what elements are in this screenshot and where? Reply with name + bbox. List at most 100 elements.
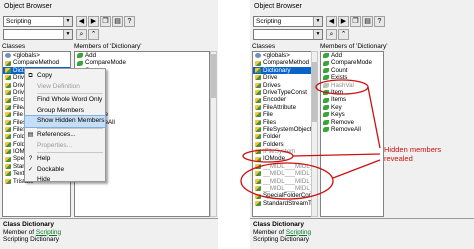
item-label: File	[263, 111, 273, 119]
member-list-item[interactable]: Items	[321, 96, 383, 103]
menu-item-label: Hide	[37, 176, 51, 184]
scrollbar-thumb[interactable]	[312, 62, 317, 122]
class-list-item[interactable]: File	[253, 111, 316, 118]
class-list-item[interactable]: DriveTypeConst	[253, 89, 316, 96]
search-combo[interactable]: ▼	[253, 29, 323, 40]
member-list-item[interactable]: Add	[321, 52, 383, 59]
class-list-item[interactable]: IOMode	[253, 155, 316, 162]
item-label: Add	[331, 52, 343, 59]
class-icon	[255, 201, 261, 206]
member-list-item[interactable]: RemoveAll	[321, 126, 383, 133]
member-list-item[interactable]: Remove	[321, 119, 383, 126]
scrollbar-thumb[interactable]	[211, 54, 216, 98]
toolbar: ◀ ▶ ❐ ▤ ?	[326, 16, 385, 27]
menu-item-label: Properties...	[37, 141, 73, 149]
class-list-item[interactable]: CompareMethod	[253, 59, 316, 66]
class-list-item[interactable]: IFileSystem	[253, 148, 316, 155]
class-list-item[interactable]: Drives	[253, 82, 316, 89]
forward-icon[interactable]: ▶	[338, 16, 349, 27]
item-label: __MIDL___MIDL_itf_	[263, 170, 317, 178]
member-list-item[interactable]: CompareMode	[321, 59, 383, 66]
member-list-item[interactable]: Keys	[321, 111, 383, 118]
item-label: Keys	[331, 111, 345, 119]
class-icon	[255, 75, 261, 81]
library-combo[interactable]: Scripting ▼	[253, 16, 323, 27]
scrollbar[interactable]	[210, 51, 217, 217]
view-definition-icon[interactable]: ▤	[112, 16, 123, 27]
menu-item-hide[interactable]: Hide	[25, 175, 105, 186]
library-link[interactable]: Scripting	[36, 229, 61, 236]
item-label: Item	[331, 88, 344, 96]
member-list-item[interactable]: CompareMode	[75, 59, 209, 66]
class-icon	[255, 97, 261, 103]
collapse-icon[interactable]: ⌃	[88, 29, 99, 40]
back-icon[interactable]: ◀	[76, 16, 87, 27]
collapse-icon[interactable]: ⌃	[338, 29, 349, 40]
item-label: IFileSystem	[263, 148, 296, 156]
class-list-item[interactable]: Folder	[253, 133, 316, 140]
menu-item-copy[interactable]: ⧉ Copy	[25, 71, 105, 82]
back-icon[interactable]: ◀	[326, 16, 337, 27]
item-label: IOMode	[263, 155, 286, 163]
class-icon	[255, 53, 261, 59]
class-list-item[interactable]: SpecialFolderConst	[253, 192, 316, 199]
menu-item-help[interactable]: ? Help	[25, 154, 105, 165]
class-icon	[255, 82, 261, 88]
chevron-down-icon[interactable]: ▼	[63, 30, 72, 39]
member-list-item[interactable]: Count	[321, 67, 383, 74]
class-list-item[interactable]: FileSystemObject	[253, 126, 316, 133]
item-label: Dictionary	[263, 66, 291, 74]
chevron-down-icon[interactable]: ▼	[313, 30, 322, 39]
class-list-item[interactable]: Encoder	[253, 96, 316, 103]
class-list-item[interactable]: __MIDL___MIDL_itf_	[253, 170, 316, 177]
class-list-item[interactable]: <globals>	[3, 52, 70, 59]
copy-icon[interactable]: ❐	[350, 16, 361, 27]
menu-item-dockable[interactable]: ✓ Dockable	[25, 165, 105, 176]
library-link[interactable]: Scripting	[286, 229, 311, 236]
member-list-item[interactable]: Key	[321, 104, 383, 111]
menu-item-group-members[interactable]: Group Members	[25, 106, 105, 117]
search-icon[interactable]: ⌕	[76, 29, 87, 40]
view-definition-icon[interactable]: ▤	[362, 16, 373, 27]
class-list-item[interactable]: Folders	[253, 141, 316, 148]
scrollbar[interactable]	[311, 51, 318, 217]
class-list-item[interactable]: Dictionary	[253, 66, 316, 75]
item-label: Drive	[263, 74, 278, 82]
member-list-item[interactable]: Add	[75, 52, 209, 59]
help-icon[interactable]: ?	[374, 16, 385, 27]
class-list-item[interactable]: __MIDL___MIDL_itf_	[253, 178, 316, 185]
class-list-item[interactable]: StandardStreamTypes	[253, 200, 316, 207]
menu-item-find-whole-word-only[interactable]: Find Whole Word Only	[25, 95, 105, 106]
member-list-item[interactable]: Exists	[321, 74, 383, 81]
forward-icon[interactable]: ▶	[88, 16, 99, 27]
search-icon[interactable]: ⌕	[326, 29, 337, 40]
copy-icon[interactable]: ❐	[100, 16, 111, 27]
class-list-item[interactable]: __MIDL___MIDL_itf_	[253, 185, 316, 192]
member-of-label: Member of	[253, 228, 286, 236]
item-label: __MIDL___MIDL_itf_	[263, 177, 317, 185]
member-list-item[interactable]: Item	[321, 89, 383, 96]
members-header: Members of 'Dictionary'	[320, 42, 420, 51]
library-combo[interactable]: Scripting ▼	[3, 16, 73, 27]
menu-item-properties[interactable]: Properties...	[25, 141, 105, 152]
chevron-down-icon[interactable]: ▼	[313, 17, 322, 26]
class-list-item[interactable]: Files	[253, 119, 316, 126]
menu-item-references[interactable]: ▤ References...	[25, 130, 105, 141]
item-label: Encoder	[263, 96, 287, 104]
chevron-down-icon[interactable]: ▼	[63, 17, 72, 26]
class-list-item[interactable]: CompareMethod	[3, 59, 70, 66]
class-list-item[interactable]: __MIDL___MIDL_itf_	[253, 163, 316, 170]
member-list-item[interactable]: HashVal	[321, 82, 383, 89]
menu-item-view-definition[interactable]: View Definition	[25, 82, 105, 93]
class-icon	[5, 75, 11, 81]
class-list-item[interactable]: Drive	[253, 74, 316, 81]
search-combo[interactable]: ▼	[3, 29, 73, 40]
menu-item-label: References...	[37, 130, 76, 138]
method-icon	[323, 75, 329, 81]
class-list-item[interactable]: <globals>	[253, 52, 316, 59]
class-icon	[5, 90, 11, 96]
menu-item-show-hidden-members[interactable]: Show Hidden Members	[24, 115, 106, 128]
help-icon[interactable]: ?	[124, 16, 135, 27]
class-icon	[5, 149, 11, 155]
class-list-item[interactable]: FileAttribute	[253, 104, 316, 111]
